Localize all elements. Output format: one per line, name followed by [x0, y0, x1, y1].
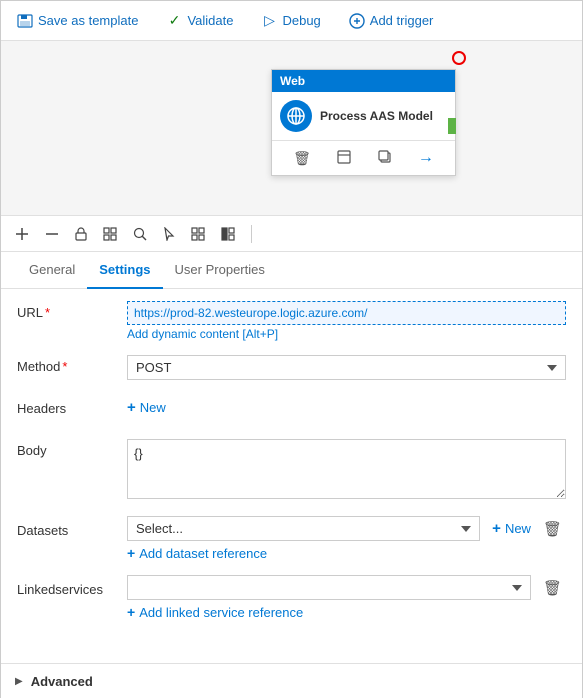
web-card-status-dot: [448, 118, 456, 134]
body-label: Body: [17, 439, 127, 458]
web-card-footer: 🗑 →: [272, 140, 455, 175]
validate-button[interactable]: ✓ Validate: [162, 11, 237, 31]
add-linked-link[interactable]: + Add linked service reference: [127, 604, 303, 620]
validate-label: Validate: [187, 13, 233, 28]
advanced-label: Advanced: [31, 674, 93, 689]
body-textarea[interactable]: {}: [127, 439, 566, 499]
canvas-mini-toolbar: [1, 216, 582, 252]
tab-user-properties[interactable]: User Properties: [163, 252, 277, 289]
form-area: URL* Add dynamic content [Alt+P] Method*…: [1, 289, 582, 690]
body-row: Body {}: [17, 439, 566, 502]
layout-tool-button[interactable]: [217, 225, 239, 243]
web-card-title: Process AAS Model: [320, 109, 433, 123]
cursor-tool-button[interactable]: [159, 225, 179, 243]
linkedservices-row: Linkedservices 🗑 + Add linked service re…: [17, 575, 566, 620]
card-delete-button[interactable]: 🗑: [289, 148, 315, 169]
headers-label: Headers: [17, 397, 127, 416]
method-select[interactable]: POST GET PUT DELETE PATCH HEAD OPTIONS: [127, 355, 566, 380]
validate-icon: ✓: [166, 13, 182, 29]
web-card[interactable]: Web Process AAS Model 🗑 →: [271, 69, 456, 176]
body-content: {}: [127, 439, 566, 502]
web-card-header: Web: [272, 70, 455, 92]
web-card-icon: [280, 100, 312, 132]
headers-plus-icon: +: [127, 399, 136, 416]
tab-general[interactable]: General: [17, 252, 87, 289]
linkedservices-delete-button[interactable]: 🗑: [539, 577, 566, 599]
add-dataset-link[interactable]: + Add dataset reference: [127, 545, 267, 561]
error-indicator: [452, 51, 466, 65]
add-trigger-button[interactable]: Add trigger: [345, 11, 438, 31]
linkedservices-label: Linkedservices: [17, 578, 127, 597]
url-required: *: [45, 305, 50, 320]
datasets-select[interactable]: Select...: [127, 516, 480, 541]
datasets-delete-button[interactable]: 🗑: [539, 518, 566, 540]
headers-new-label: New: [140, 400, 166, 415]
url-row: URL* Add dynamic content [Alt+P]: [17, 301, 566, 341]
lock-tool-button[interactable]: [71, 225, 91, 243]
datasets-label: Datasets: [17, 519, 127, 538]
method-content: POST GET PUT DELETE PATCH HEAD OPTIONS: [127, 355, 566, 380]
grid-tool-button[interactable]: [187, 225, 209, 243]
card-copy-button[interactable]: [374, 148, 396, 169]
web-card-body: Process AAS Model: [272, 92, 455, 140]
tab-settings[interactable]: Settings: [87, 252, 162, 289]
headers-new-button[interactable]: + New: [127, 397, 166, 418]
save-template-button[interactable]: Save as template: [13, 11, 142, 31]
linkedservices-select[interactable]: [127, 575, 531, 600]
headers-row: Headers + New: [17, 397, 566, 425]
datasets-content: Select... + New 🗑: [127, 516, 566, 541]
url-label: URL*: [17, 301, 127, 320]
add-dataset-label: Add dataset reference: [139, 546, 267, 561]
add-dataset-plus-icon: +: [127, 545, 135, 561]
trigger-icon: [349, 13, 365, 29]
method-row: Method* POST GET PUT DELETE PATCH HEAD O…: [17, 355, 566, 383]
zoom-tool-button[interactable]: [129, 225, 151, 243]
method-label: Method*: [17, 355, 127, 374]
linkedservices-content: 🗑: [127, 575, 566, 600]
card-view-button[interactable]: [333, 148, 355, 169]
toolbar-divider: [251, 225, 252, 243]
save-template-label: Save as template: [38, 13, 138, 28]
debug-icon: ▷: [261, 13, 277, 29]
datasets-new-label: New: [505, 521, 531, 536]
card-arrow-button[interactable]: →: [414, 147, 438, 169]
fit-tool-button[interactable]: [99, 225, 121, 243]
url-input[interactable]: [127, 301, 566, 325]
advanced-chevron-icon: ▶: [15, 676, 23, 687]
datasets-row: Datasets Select... + New 🗑 + Add dataset…: [17, 516, 566, 561]
add-dynamic-link[interactable]: Add dynamic content [Alt+P]: [127, 327, 566, 341]
debug-label: Debug: [282, 13, 320, 28]
headers-content: + New: [127, 397, 566, 418]
tabs-header: General Settings User Properties: [1, 252, 582, 289]
debug-button[interactable]: ▷ Debug: [257, 11, 324, 31]
top-toolbar: Save as template ✓ Validate ▷ Debug Add …: [1, 1, 582, 41]
add-linked-plus-icon: +: [127, 604, 135, 620]
method-required: *: [62, 359, 67, 374]
add-tool-button[interactable]: [11, 225, 33, 243]
advanced-section[interactable]: ▶ Advanced: [1, 663, 582, 699]
add-trigger-label: Add trigger: [370, 13, 434, 28]
url-content: Add dynamic content [Alt+P]: [127, 301, 566, 341]
canvas-area: Web Process AAS Model 🗑 →: [1, 41, 582, 216]
add-linked-label: Add linked service reference: [139, 605, 303, 620]
main-content: General Settings User Properties URL* Ad…: [1, 252, 582, 699]
datasets-new-button[interactable]: + New: [492, 518, 531, 539]
save-template-icon: [17, 13, 33, 29]
remove-tool-button[interactable]: [41, 230, 63, 238]
datasets-plus-icon: +: [492, 520, 501, 537]
